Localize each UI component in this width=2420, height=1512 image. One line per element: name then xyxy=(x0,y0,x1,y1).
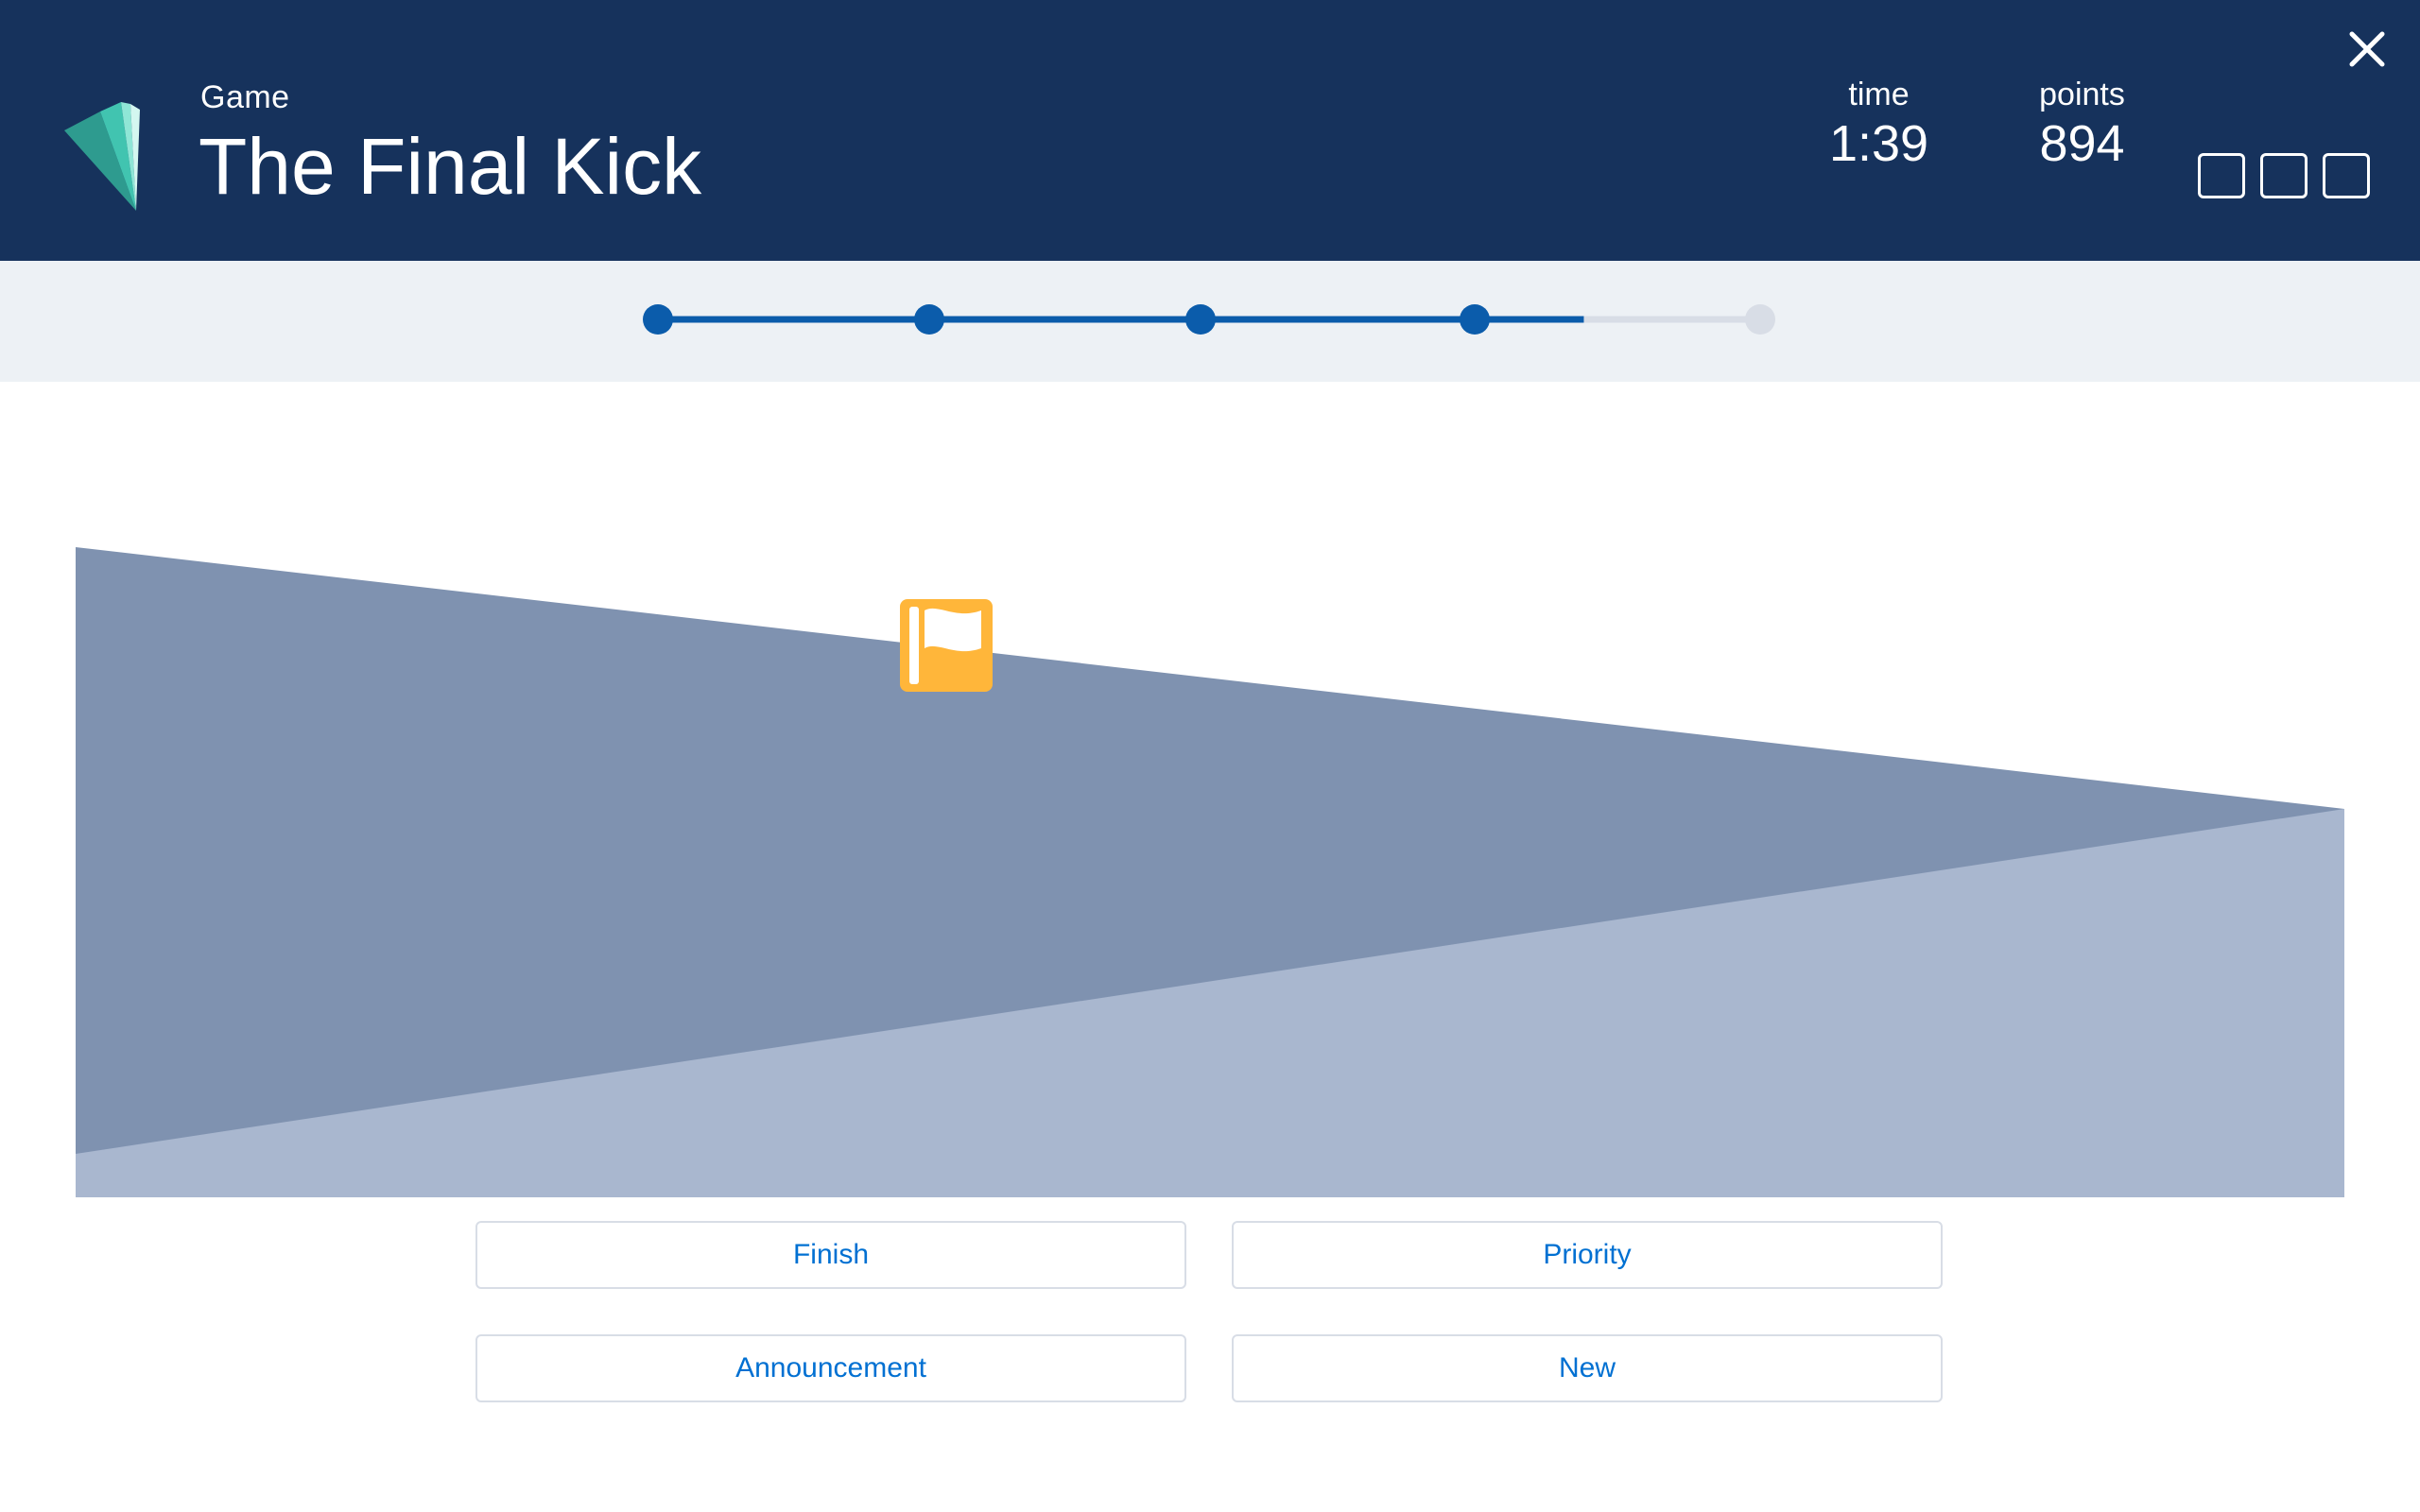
progress-step-dot xyxy=(1745,304,1775,335)
progress-step-dot xyxy=(643,304,673,335)
result-slot xyxy=(2323,153,2370,198)
answer-button-announcement[interactable]: Announcement xyxy=(475,1334,1186,1402)
result-slot xyxy=(2260,153,2308,198)
time-value: 1:39 xyxy=(1828,115,1929,172)
progress-bar xyxy=(0,261,2420,382)
answer-button-new[interactable]: New xyxy=(1232,1334,1943,1402)
answer-button-finish[interactable]: Finish xyxy=(475,1221,1186,1289)
game-label: Game xyxy=(200,79,290,115)
progress-track xyxy=(643,304,1775,335)
result-slot xyxy=(2198,153,2245,198)
progress-step-dot xyxy=(1460,304,1490,335)
points-value: 894 xyxy=(2039,115,2125,172)
answer-button-priority[interactable]: Priority xyxy=(1232,1221,1943,1289)
progress-step-dot xyxy=(1185,304,1216,335)
points-stat: points 894 xyxy=(2023,76,2141,174)
time-label: time xyxy=(1848,77,1910,112)
flag-icon[interactable] xyxy=(900,599,993,692)
game-header: Game The Final Kick time 1:39 points 894 xyxy=(0,0,2420,261)
trailhead-logo-icon xyxy=(64,102,140,211)
time-stat: time 1:39 xyxy=(1815,76,1943,174)
points-label: points xyxy=(2039,77,2125,112)
close-icon[interactable] xyxy=(2342,25,2392,74)
game-field xyxy=(76,543,2344,1197)
game-title: The Final Kick xyxy=(199,122,702,211)
progress-step-dot xyxy=(914,304,944,335)
